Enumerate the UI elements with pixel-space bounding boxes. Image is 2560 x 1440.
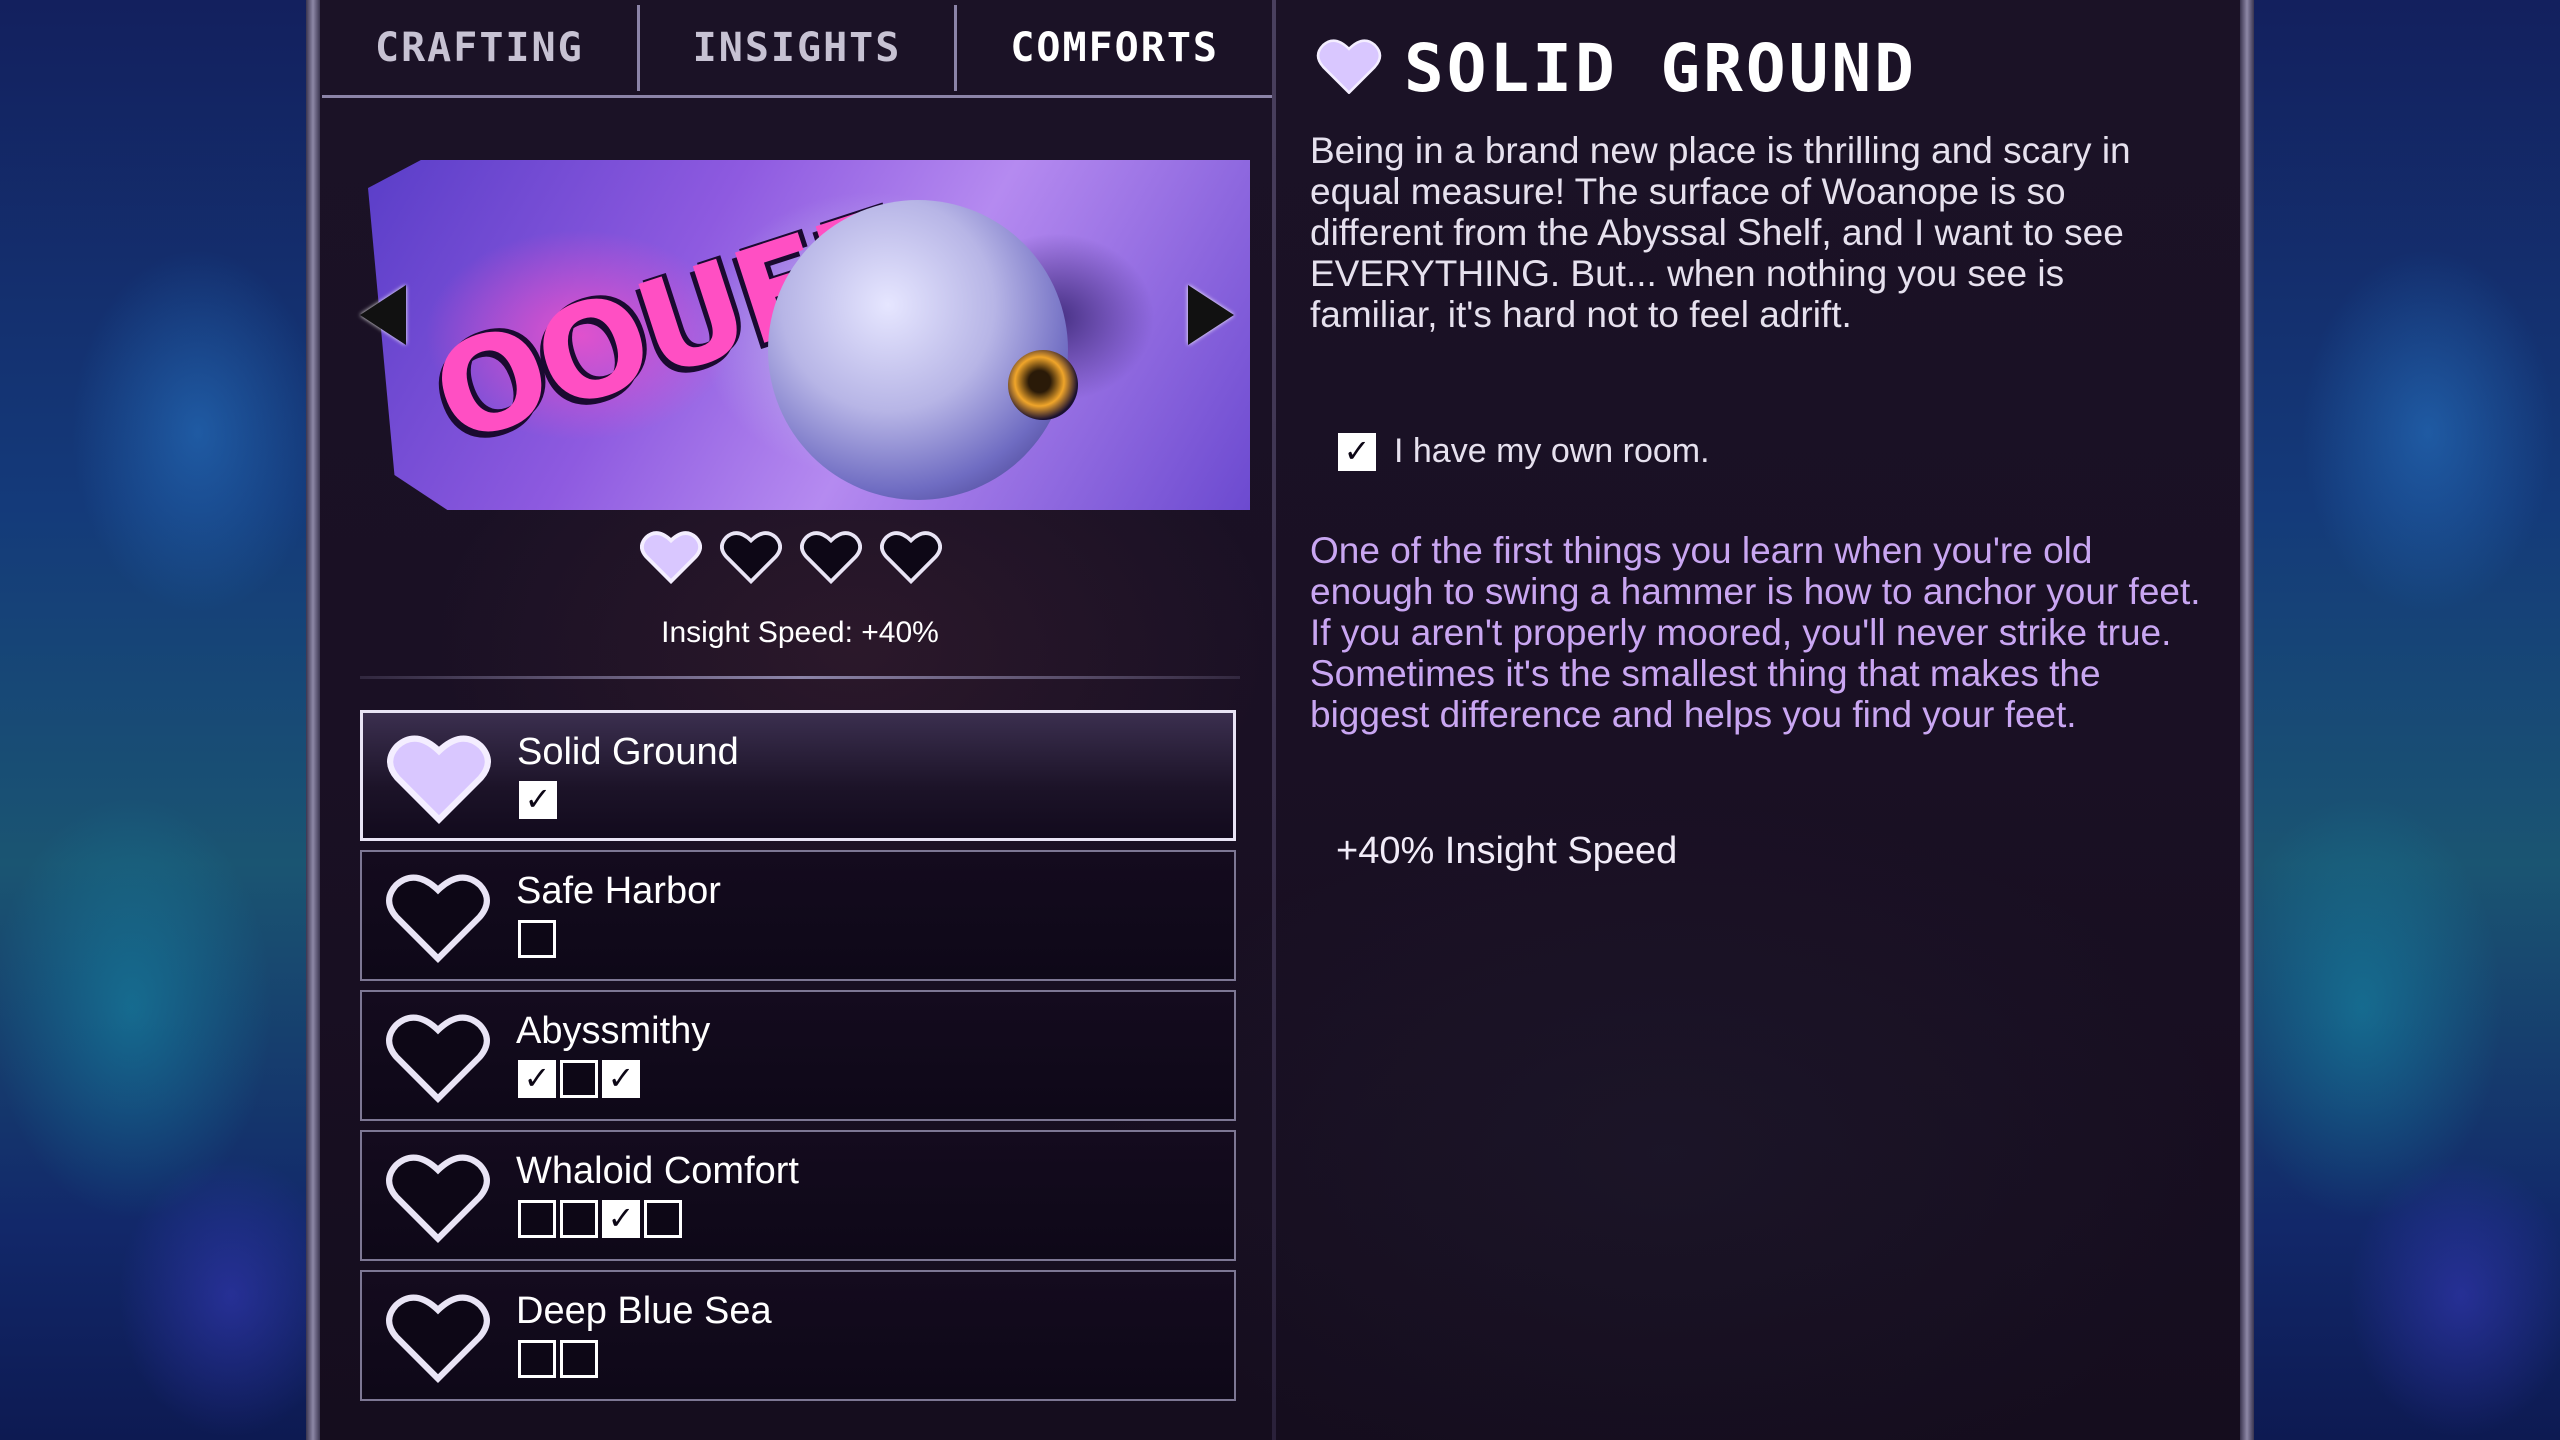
checkbox-icon xyxy=(560,1060,598,1098)
checkbox-icon xyxy=(644,1200,682,1238)
comfort-list: Solid Ground ✓ Safe Harbor Abyssmithy ✓ ✓ Whal… xyxy=(360,710,1236,1410)
arrow-right-icon[interactable] xyxy=(1188,285,1234,345)
comfort-name: Solid Ground xyxy=(517,731,739,773)
checkbox-icon xyxy=(518,1340,556,1378)
detail-lore: One of the first things you learn when y… xyxy=(1310,530,2201,735)
insight-speed-label: Insight Speed: +40% xyxy=(661,616,939,649)
requirement-checkboxes: ✓ ✓ xyxy=(518,1060,640,1098)
tab-bar: CRAFTING INSIGHTS COMFORTS xyxy=(322,0,1272,98)
comfort-name: Safe Harbor xyxy=(516,870,721,912)
character-eye xyxy=(1008,350,1078,420)
checkbox-icon: ✓ xyxy=(518,1060,556,1098)
heart-icon xyxy=(386,1286,490,1386)
requirement-checkboxes: ✓ xyxy=(518,1200,682,1238)
comfort-item[interactable]: Deep Blue Sea xyxy=(360,1270,1236,1401)
comfort-name: Abyssmithy xyxy=(516,1010,711,1052)
comfort-name: Whaloid Comfort xyxy=(516,1150,799,1192)
tab-insights[interactable]: INSIGHTS xyxy=(640,7,955,89)
comfort-item[interactable]: Abyssmithy ✓ ✓ xyxy=(360,990,1236,1121)
detail-title: SOLID GROUND xyxy=(1404,30,1917,107)
checkbox-icon: ✓ xyxy=(602,1200,640,1238)
heart-icon xyxy=(387,727,491,827)
heart-icon xyxy=(386,866,490,966)
level-heart-icon xyxy=(880,528,942,584)
arrow-left-icon[interactable] xyxy=(360,285,406,345)
checkbox-icon xyxy=(560,1200,598,1238)
heart-icon xyxy=(386,1146,490,1246)
checkbox-icon: ✓ xyxy=(602,1060,640,1098)
comfort-item[interactable]: Whaloid Comfort ✓ xyxy=(360,1130,1236,1261)
requirement-checkboxes xyxy=(518,920,556,958)
section-divider xyxy=(360,676,1240,679)
requirement-checkboxes: ✓ xyxy=(519,781,557,819)
requirement-text: I have my own room. xyxy=(1394,432,1710,470)
checkbox-icon xyxy=(560,1340,598,1378)
requirement-checkboxes xyxy=(518,1340,598,1378)
ocean-background-left xyxy=(0,0,330,1440)
ocean-background-right xyxy=(2230,0,2560,1440)
heart-icon xyxy=(1316,36,1382,94)
checkbox-icon xyxy=(518,920,556,958)
detail-description: Being in a brand new place is thrilling … xyxy=(1310,130,2131,335)
bonus-text: +40% Insight Speed xyxy=(1336,830,1678,872)
tab-crafting[interactable]: CRAFTING xyxy=(322,7,637,89)
checkbox-icon: ✓ xyxy=(1338,432,1376,471)
level-heart-icon xyxy=(720,528,782,584)
character-figure xyxy=(768,200,1068,500)
comfort-banner-art: OOUFF xyxy=(368,160,1250,510)
heart-icon xyxy=(386,1006,490,1106)
level-heart-icon xyxy=(800,528,862,584)
requirement-row: ✓ I have my own room. xyxy=(1338,432,1710,471)
panel-divider xyxy=(1272,0,1276,1440)
frame-border-left xyxy=(306,0,320,1440)
checkbox-icon xyxy=(518,1200,556,1238)
comfort-item[interactable]: Safe Harbor xyxy=(360,850,1236,981)
frame-border-right xyxy=(2240,0,2254,1440)
level-heart-icon xyxy=(640,528,702,584)
comfort-name: Deep Blue Sea xyxy=(516,1290,772,1332)
comfort-level-hearts xyxy=(640,528,942,584)
comfort-item[interactable]: Solid Ground ✓ xyxy=(360,710,1236,841)
checkbox-icon: ✓ xyxy=(519,781,557,819)
tab-comforts[interactable]: COMFORTS xyxy=(957,7,1272,89)
